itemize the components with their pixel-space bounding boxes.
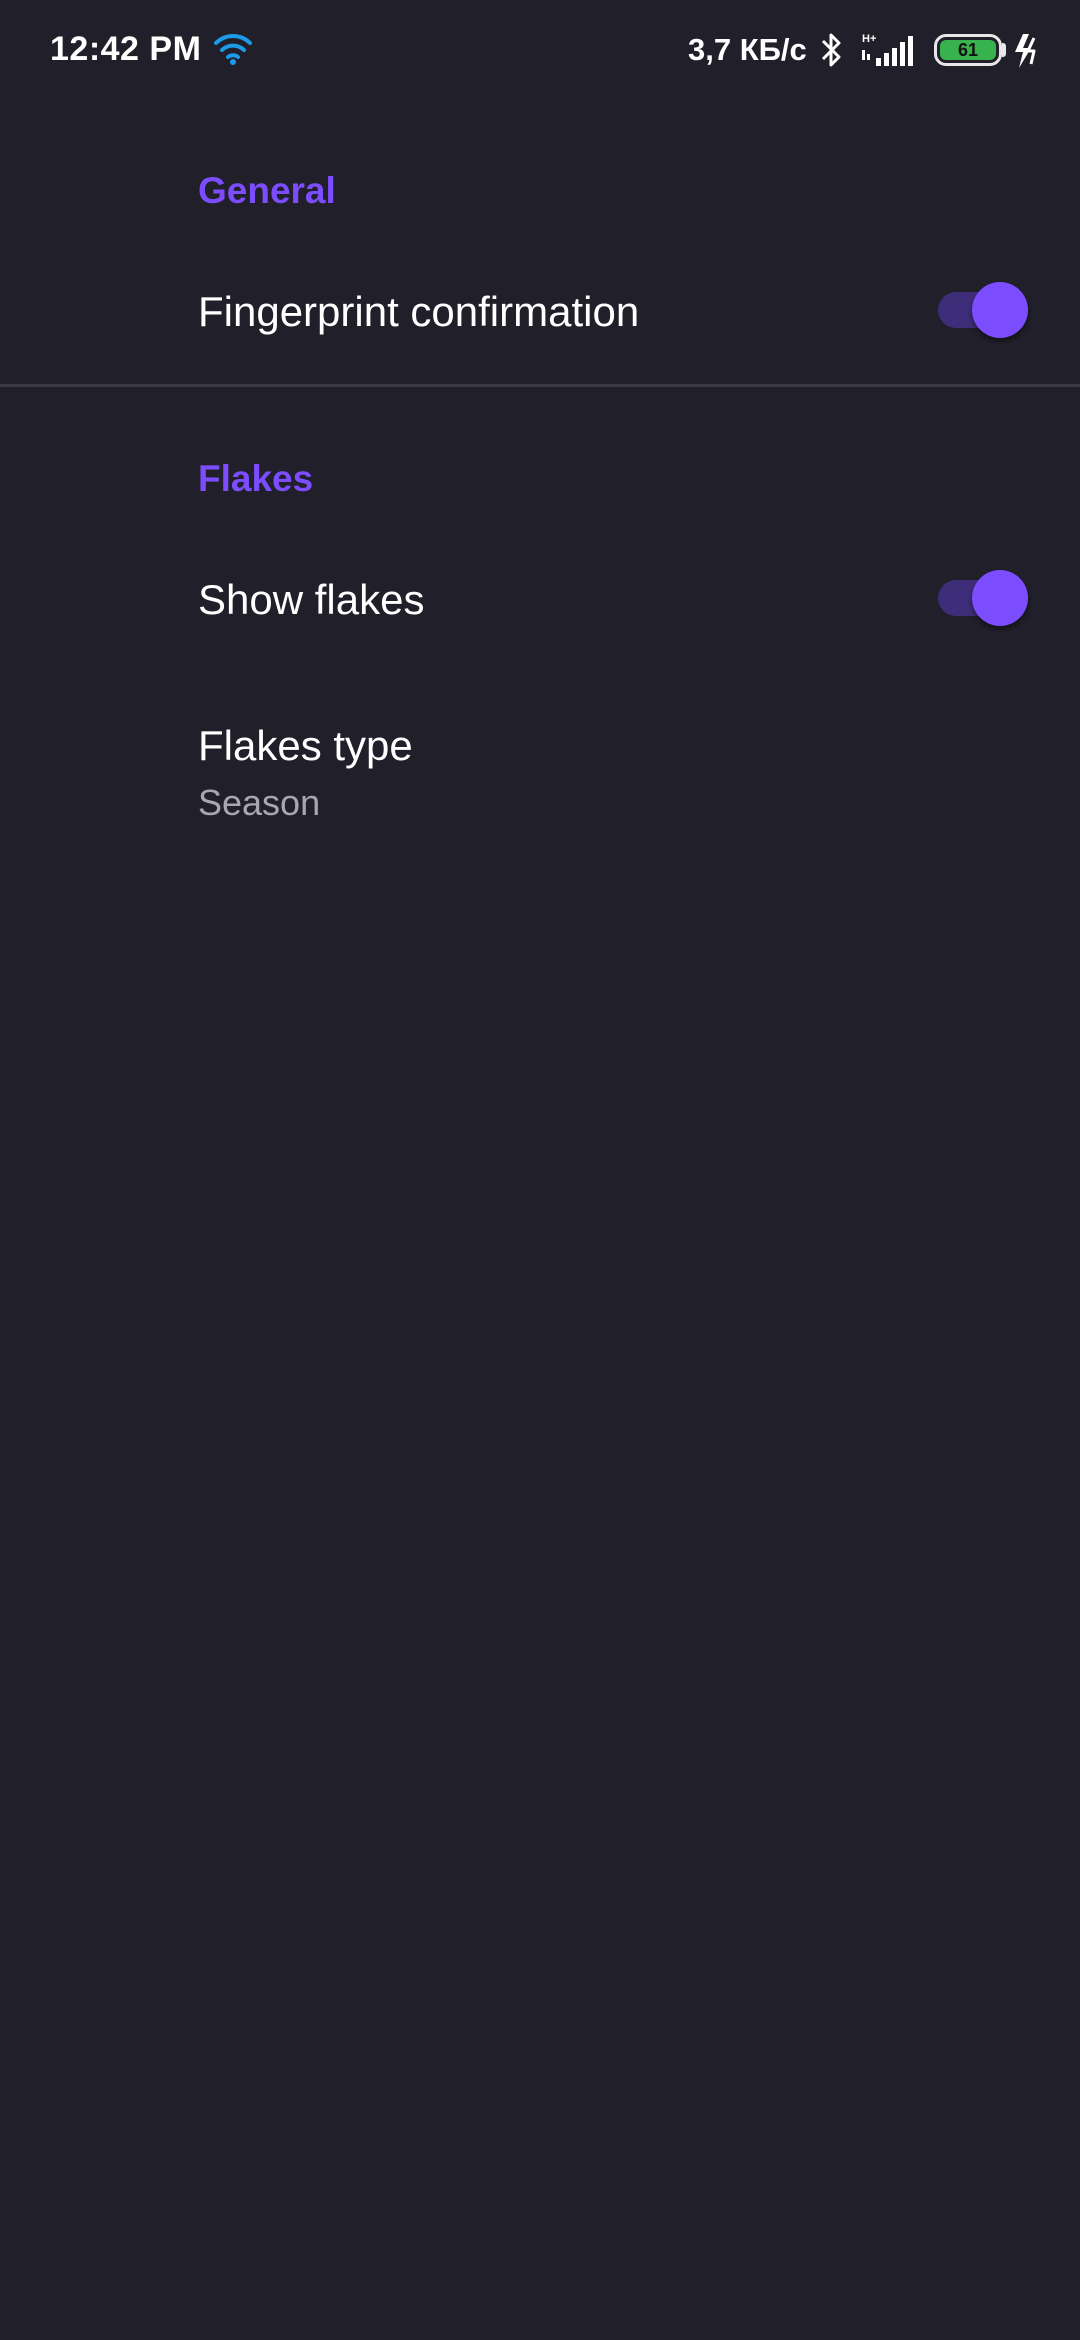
pref-title: Flakes type [198,722,413,769]
status-bar: 12:42 PM 3,7 КБ/с H+ 61 [0,0,1080,104]
switch-thumb [972,282,1028,338]
signal-icon: H+ [862,33,913,66]
battery-tip [1002,43,1006,57]
section-header-general: General [198,170,336,211]
section-divider [0,384,1080,387]
pref-summary: Season [198,782,321,823]
charging-icon [1015,34,1036,68]
pref-show-flakes[interactable]: Show flakes [0,556,1080,646]
section-header-flakes: Flakes [198,458,314,499]
pref-fingerprint-confirmation[interactable]: Fingerprint confirmation [0,268,1080,358]
bluetooth-icon [821,33,841,67]
network-speed: 3,7 КБ/с [688,32,807,67]
switch-thumb [972,570,1028,626]
show-flakes-toggle[interactable] [938,570,1028,626]
pref-title: Fingerprint confirmation [198,288,640,335]
svg-text:H+: H+ [862,33,876,45]
battery-level: 61 [940,40,996,60]
fingerprint-toggle[interactable] [938,282,1028,338]
wifi-icon [214,33,252,65]
pref-title: Show flakes [198,576,425,623]
pref-flakes-type[interactable]: Flakes type Season [0,700,1080,840]
status-time: 12:42 PM [50,30,202,68]
battery-icon: 61 [934,34,1002,66]
